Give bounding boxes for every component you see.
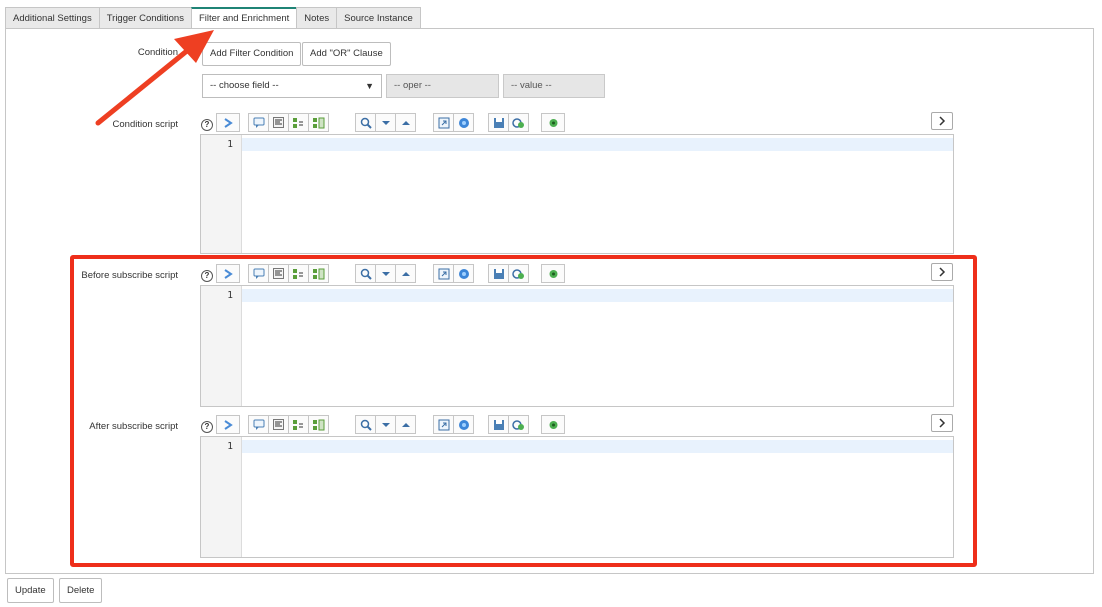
help-icon[interactable]: [453, 113, 474, 132]
save-icon[interactable]: [488, 415, 509, 434]
syntax-check-icon[interactable]: [508, 415, 529, 434]
debug-icon[interactable]: [541, 264, 565, 283]
line-number: 1: [227, 290, 233, 301]
help-icon[interactable]: ?: [201, 270, 213, 282]
delete-button[interactable]: Delete: [59, 578, 103, 603]
fullscreen-icon[interactable]: [433, 415, 454, 434]
tools-toolbar: [488, 113, 529, 132]
after-subscribe-script-label: After subscribe script: [89, 421, 178, 432]
tools-toolbar: [488, 415, 529, 434]
chevron-right-icon: [939, 418, 946, 428]
search-toolbar: [355, 113, 416, 132]
edit-toolbar: [248, 415, 329, 434]
before-subscribe-script-label: Before subscribe script: [81, 270, 178, 281]
expand-script-button[interactable]: [931, 112, 953, 130]
format-toolbar: [216, 264, 240, 283]
search-icon[interactable]: [355, 415, 376, 434]
format-toolbar: [216, 415, 240, 434]
syntax-check-icon[interactable]: [508, 264, 529, 283]
comment-icon[interactable]: [248, 264, 269, 283]
replace-all-icon[interactable]: [308, 113, 329, 132]
line-number: 1: [227, 441, 233, 452]
up-icon[interactable]: [395, 264, 416, 283]
help-icon[interactable]: ?: [201, 421, 213, 433]
align-icon[interactable]: [268, 415, 289, 434]
up-icon[interactable]: [395, 113, 416, 132]
tools-toolbar: [488, 264, 529, 283]
fullscreen-icon[interactable]: [433, 113, 454, 132]
expand-script-button[interactable]: [931, 263, 953, 281]
down-icon[interactable]: [375, 264, 396, 283]
after-subscribe-script-editor[interactable]: 1: [200, 436, 954, 558]
replace-all-icon[interactable]: [308, 264, 329, 283]
active-line: [242, 138, 953, 151]
syntax-check-icon[interactable]: [508, 113, 529, 132]
chevron-right-icon: [939, 116, 946, 126]
line-gutter: 1: [201, 437, 242, 557]
debug-icon[interactable]: [541, 113, 565, 132]
save-icon[interactable]: [488, 113, 509, 132]
oper-field: -- oper --: [386, 74, 499, 98]
edit-toolbar: [248, 264, 329, 283]
replace-all-icon[interactable]: [308, 415, 329, 434]
active-line: [242, 289, 953, 302]
tab-source-instance[interactable]: Source Instance: [336, 7, 421, 29]
debug-toolbar: [541, 264, 565, 283]
search-toolbar: [355, 415, 416, 434]
search-toolbar: [355, 264, 416, 283]
choose-field-select[interactable]: -- choose field -- ▼: [202, 74, 382, 98]
search-icon[interactable]: [355, 264, 376, 283]
align-icon[interactable]: [268, 113, 289, 132]
choose-field-value: -- choose field --: [210, 80, 279, 91]
help-icon[interactable]: [453, 264, 474, 283]
fullscreen-icon[interactable]: [433, 264, 454, 283]
search-icon[interactable]: [355, 113, 376, 132]
format-code-icon[interactable]: [216, 415, 240, 434]
view-toolbar: [433, 113, 474, 132]
format-code-icon[interactable]: [216, 264, 240, 283]
debug-icon[interactable]: [541, 415, 565, 434]
line-gutter: 1: [201, 135, 242, 253]
annotation-arrow-icon: [95, 30, 214, 126]
comment-icon[interactable]: [248, 113, 269, 132]
replace-icon[interactable]: [288, 415, 309, 434]
view-toolbar: [433, 264, 474, 283]
value-field: -- value --: [503, 74, 605, 98]
align-icon[interactable]: [268, 264, 289, 283]
replace-icon[interactable]: [288, 264, 309, 283]
tab-additional-settings[interactable]: Additional Settings: [5, 7, 99, 29]
help-icon[interactable]: [453, 415, 474, 434]
down-icon[interactable]: [375, 113, 396, 132]
line-gutter: 1: [201, 286, 242, 406]
active-line: [242, 440, 953, 453]
before-subscribe-script-editor[interactable]: 1: [200, 285, 954, 407]
down-icon[interactable]: [375, 415, 396, 434]
comment-icon[interactable]: [248, 415, 269, 434]
condition-script-editor[interactable]: 1: [200, 134, 954, 254]
debug-toolbar: [541, 113, 565, 132]
line-number: 1: [227, 139, 233, 150]
up-icon[interactable]: [395, 415, 416, 434]
expand-script-button[interactable]: [931, 414, 953, 432]
tab-notes[interactable]: Notes: [296, 7, 337, 29]
debug-toolbar: [541, 415, 565, 434]
update-button[interactable]: Update: [7, 578, 54, 603]
view-toolbar: [433, 415, 474, 434]
save-icon[interactable]: [488, 264, 509, 283]
replace-icon[interactable]: [288, 113, 309, 132]
edit-toolbar: [248, 113, 329, 132]
dropdown-arrow-icon: ▼: [365, 81, 374, 91]
chevron-right-icon: [939, 267, 946, 277]
add-or-clause-button[interactable]: Add "OR" Clause: [302, 42, 391, 66]
